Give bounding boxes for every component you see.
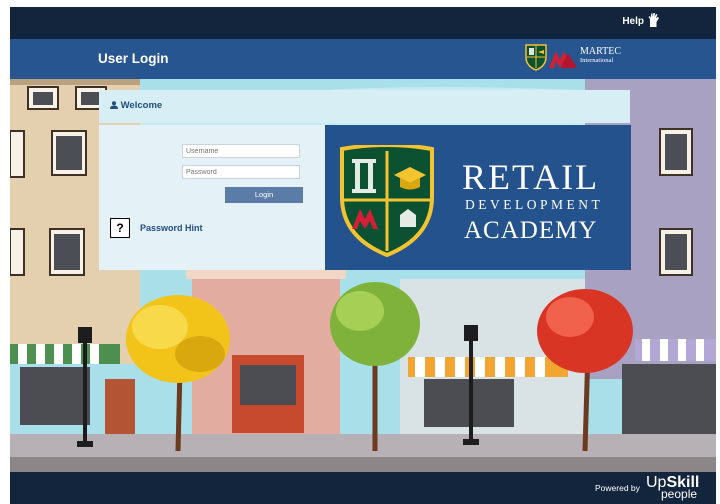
academy-banner: RETAIL DEVELOPMENT ACADEMY: [325, 125, 631, 270]
martec-subtitle: International: [580, 57, 614, 64]
page-title: User Login: [98, 51, 169, 66]
upskill-logo-people: people: [661, 487, 698, 501]
footer-bar: Powered by UpSkill people: [10, 472, 716, 504]
username-input[interactable]: [182, 144, 300, 158]
welcome-bar: [99, 90, 630, 123]
academy-crest-logo: [525, 44, 547, 71]
welcome-header: Welcome: [110, 100, 162, 111]
password-hint-icon[interactable]: ?: [110, 218, 130, 238]
title-bar: User Login MARTEC International: [10, 39, 716, 79]
login-button[interactable]: Login: [225, 187, 303, 203]
banner-line-academy: ACADEMY: [464, 217, 598, 244]
powered-by-label: Powered by: [595, 483, 640, 493]
upskill-logo: UpSkill people: [646, 475, 699, 502]
martec-logo-mark: [549, 51, 577, 68]
martec-logo-text: MARTEC International: [580, 47, 621, 65]
password-hint-link[interactable]: Password Hint: [140, 223, 203, 233]
academy-crest-icon: [340, 145, 434, 258]
password-input[interactable]: [182, 165, 300, 179]
help-link[interactable]: Help: [622, 16, 644, 27]
banner-line-retail: RETAIL: [462, 157, 600, 197]
user-icon: [110, 101, 118, 109]
welcome-label: Welcome: [120, 100, 163, 111]
top-bar: Help: [10, 7, 716, 39]
banner-line-development: DEVELOPMENT: [465, 197, 604, 212]
app-frame: Help User Login MARTEC International Wel…: [10, 7, 716, 504]
hand-pointer-icon[interactable]: [646, 12, 660, 28]
martec-name: MARTEC: [580, 46, 622, 57]
